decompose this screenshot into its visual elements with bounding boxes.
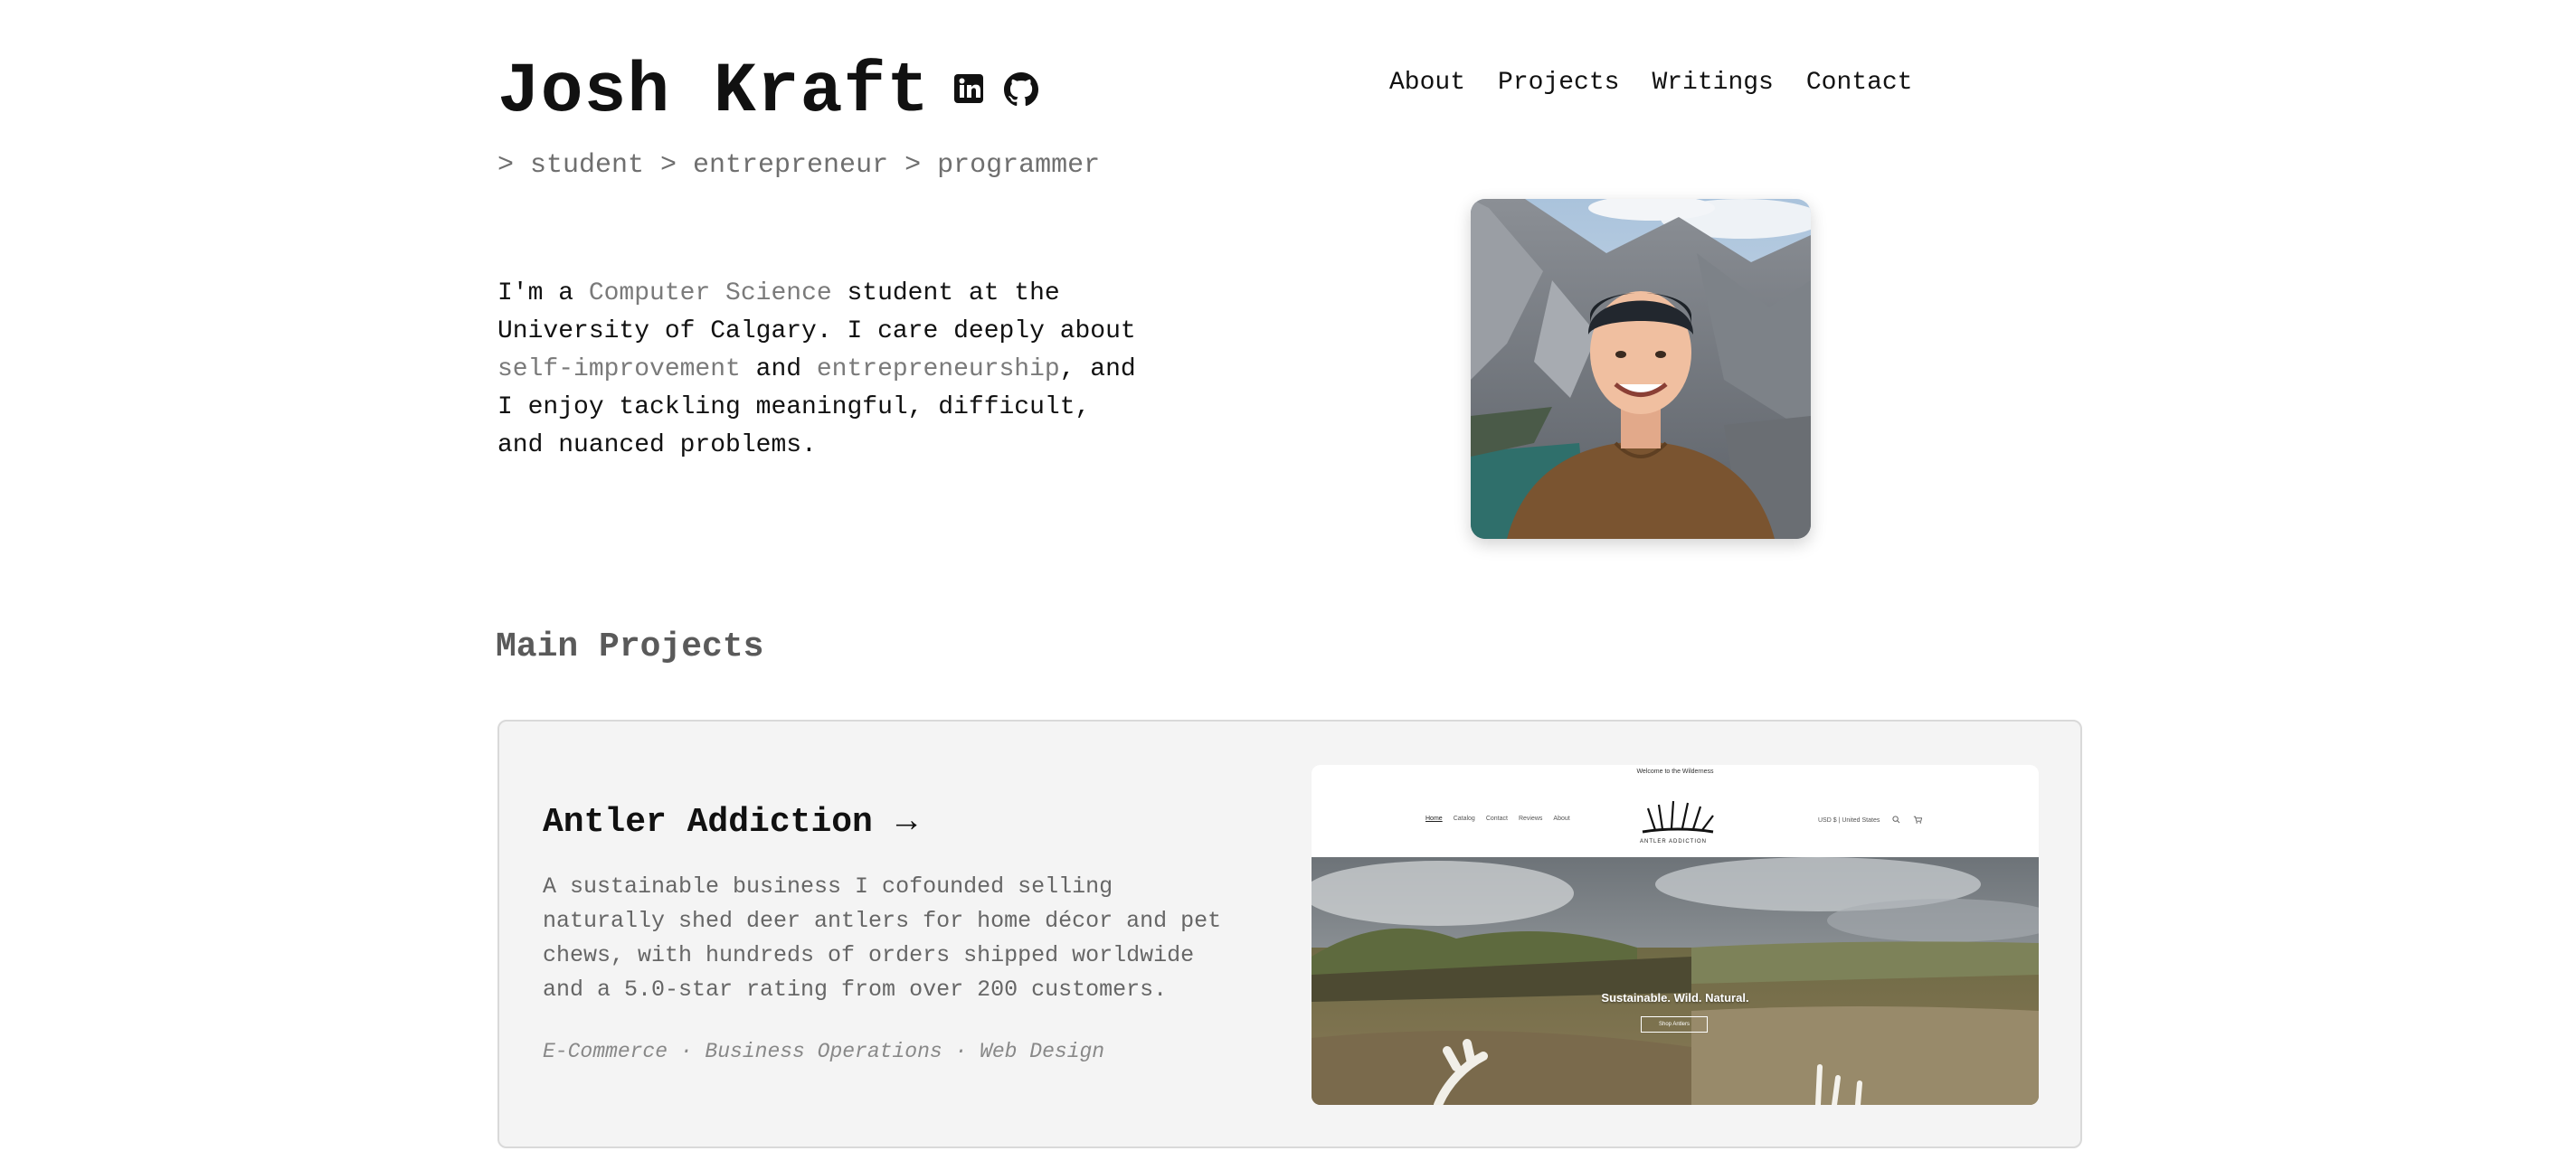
arrow-right-icon: →: [895, 803, 917, 842]
screenshot-nav-item: Home: [1425, 816, 1443, 822]
screenshot-hero-heading: Sustainable. Wild. Natural.: [1601, 991, 1749, 1005]
project-title[interactable]: Antler Addiction →: [543, 803, 917, 842]
project-description: A sustainable business I cofounded selli…: [543, 873, 1222, 1003]
screenshot-logo-text: ANTLER ADDICTION: [1640, 839, 1708, 844]
site-title[interactable]: Josh Kraft: [497, 52, 930, 132]
bio-text: and: [740, 355, 817, 383]
screenshot-nav-item: Reviews: [1518, 816, 1543, 822]
screenshot-nav-item: About: [1553, 816, 1570, 822]
screenshot-header-right: USD $ | United States: [1818, 816, 1923, 826]
screenshot-site-header: Welcome to the Wilderness Home Catalog C…: [1312, 765, 2039, 857]
bio-highlight-self-improvement: self-improvement: [497, 355, 741, 383]
section-title-main-projects: Main Projects: [496, 627, 764, 666]
search-icon: [1892, 816, 1900, 826]
project-screenshot[interactable]: Welcome to the Wilderness Home Catalog C…: [1312, 765, 2039, 1105]
bio-paragraph: I'm a Computer Science student at the Un…: [497, 275, 1149, 465]
screenshot-nav: Home Catalog Contact Reviews About: [1425, 816, 1570, 822]
tagline: > student > entrepreneur > programmer: [497, 150, 1101, 181]
bio-highlight-entrepreneurship: entrepreneurship: [816, 355, 1060, 383]
screenshot-nav-item: Catalog: [1453, 816, 1475, 822]
screenshot-announcement: Welcome to the Wilderness: [1636, 769, 1714, 775]
nav-about[interactable]: About: [1389, 69, 1465, 97]
main-nav: About Projects Writings Contact: [1389, 69, 1912, 97]
project-title-text: Antler Addiction: [543, 803, 873, 842]
screenshot-hero-image: Sustainable. Wild. Natural. Shop Antlers: [1312, 857, 2039, 1105]
cart-icon: [1913, 816, 1923, 826]
project-tags: E-Commerce · Business Operations · Web D…: [543, 1040, 1105, 1063]
bio-highlight-cs: Computer Science: [588, 279, 832, 307]
nav-projects[interactable]: Projects: [1498, 69, 1619, 97]
screenshot-region: USD $ | United States: [1818, 817, 1880, 824]
antler-logo-icon: [1642, 800, 1714, 834]
nav-contact[interactable]: Contact: [1806, 69, 1913, 97]
portrait-photo: [1471, 199, 1811, 539]
nav-writings[interactable]: Writings: [1652, 69, 1773, 97]
github-icon[interactable]: [1004, 72, 1038, 111]
bio-text: I'm a: [497, 279, 589, 307]
linkedin-icon[interactable]: [952, 72, 985, 109]
project-card-antler-addiction[interactable]: Antler Addiction → A sustainable busines…: [497, 720, 2082, 1148]
screenshot-hero-button: Shop Antlers: [1641, 1016, 1708, 1033]
screenshot-nav-item: Contact: [1485, 816, 1508, 822]
page: Josh Kraft About Projects Writings Conta…: [0, 0, 2576, 1170]
